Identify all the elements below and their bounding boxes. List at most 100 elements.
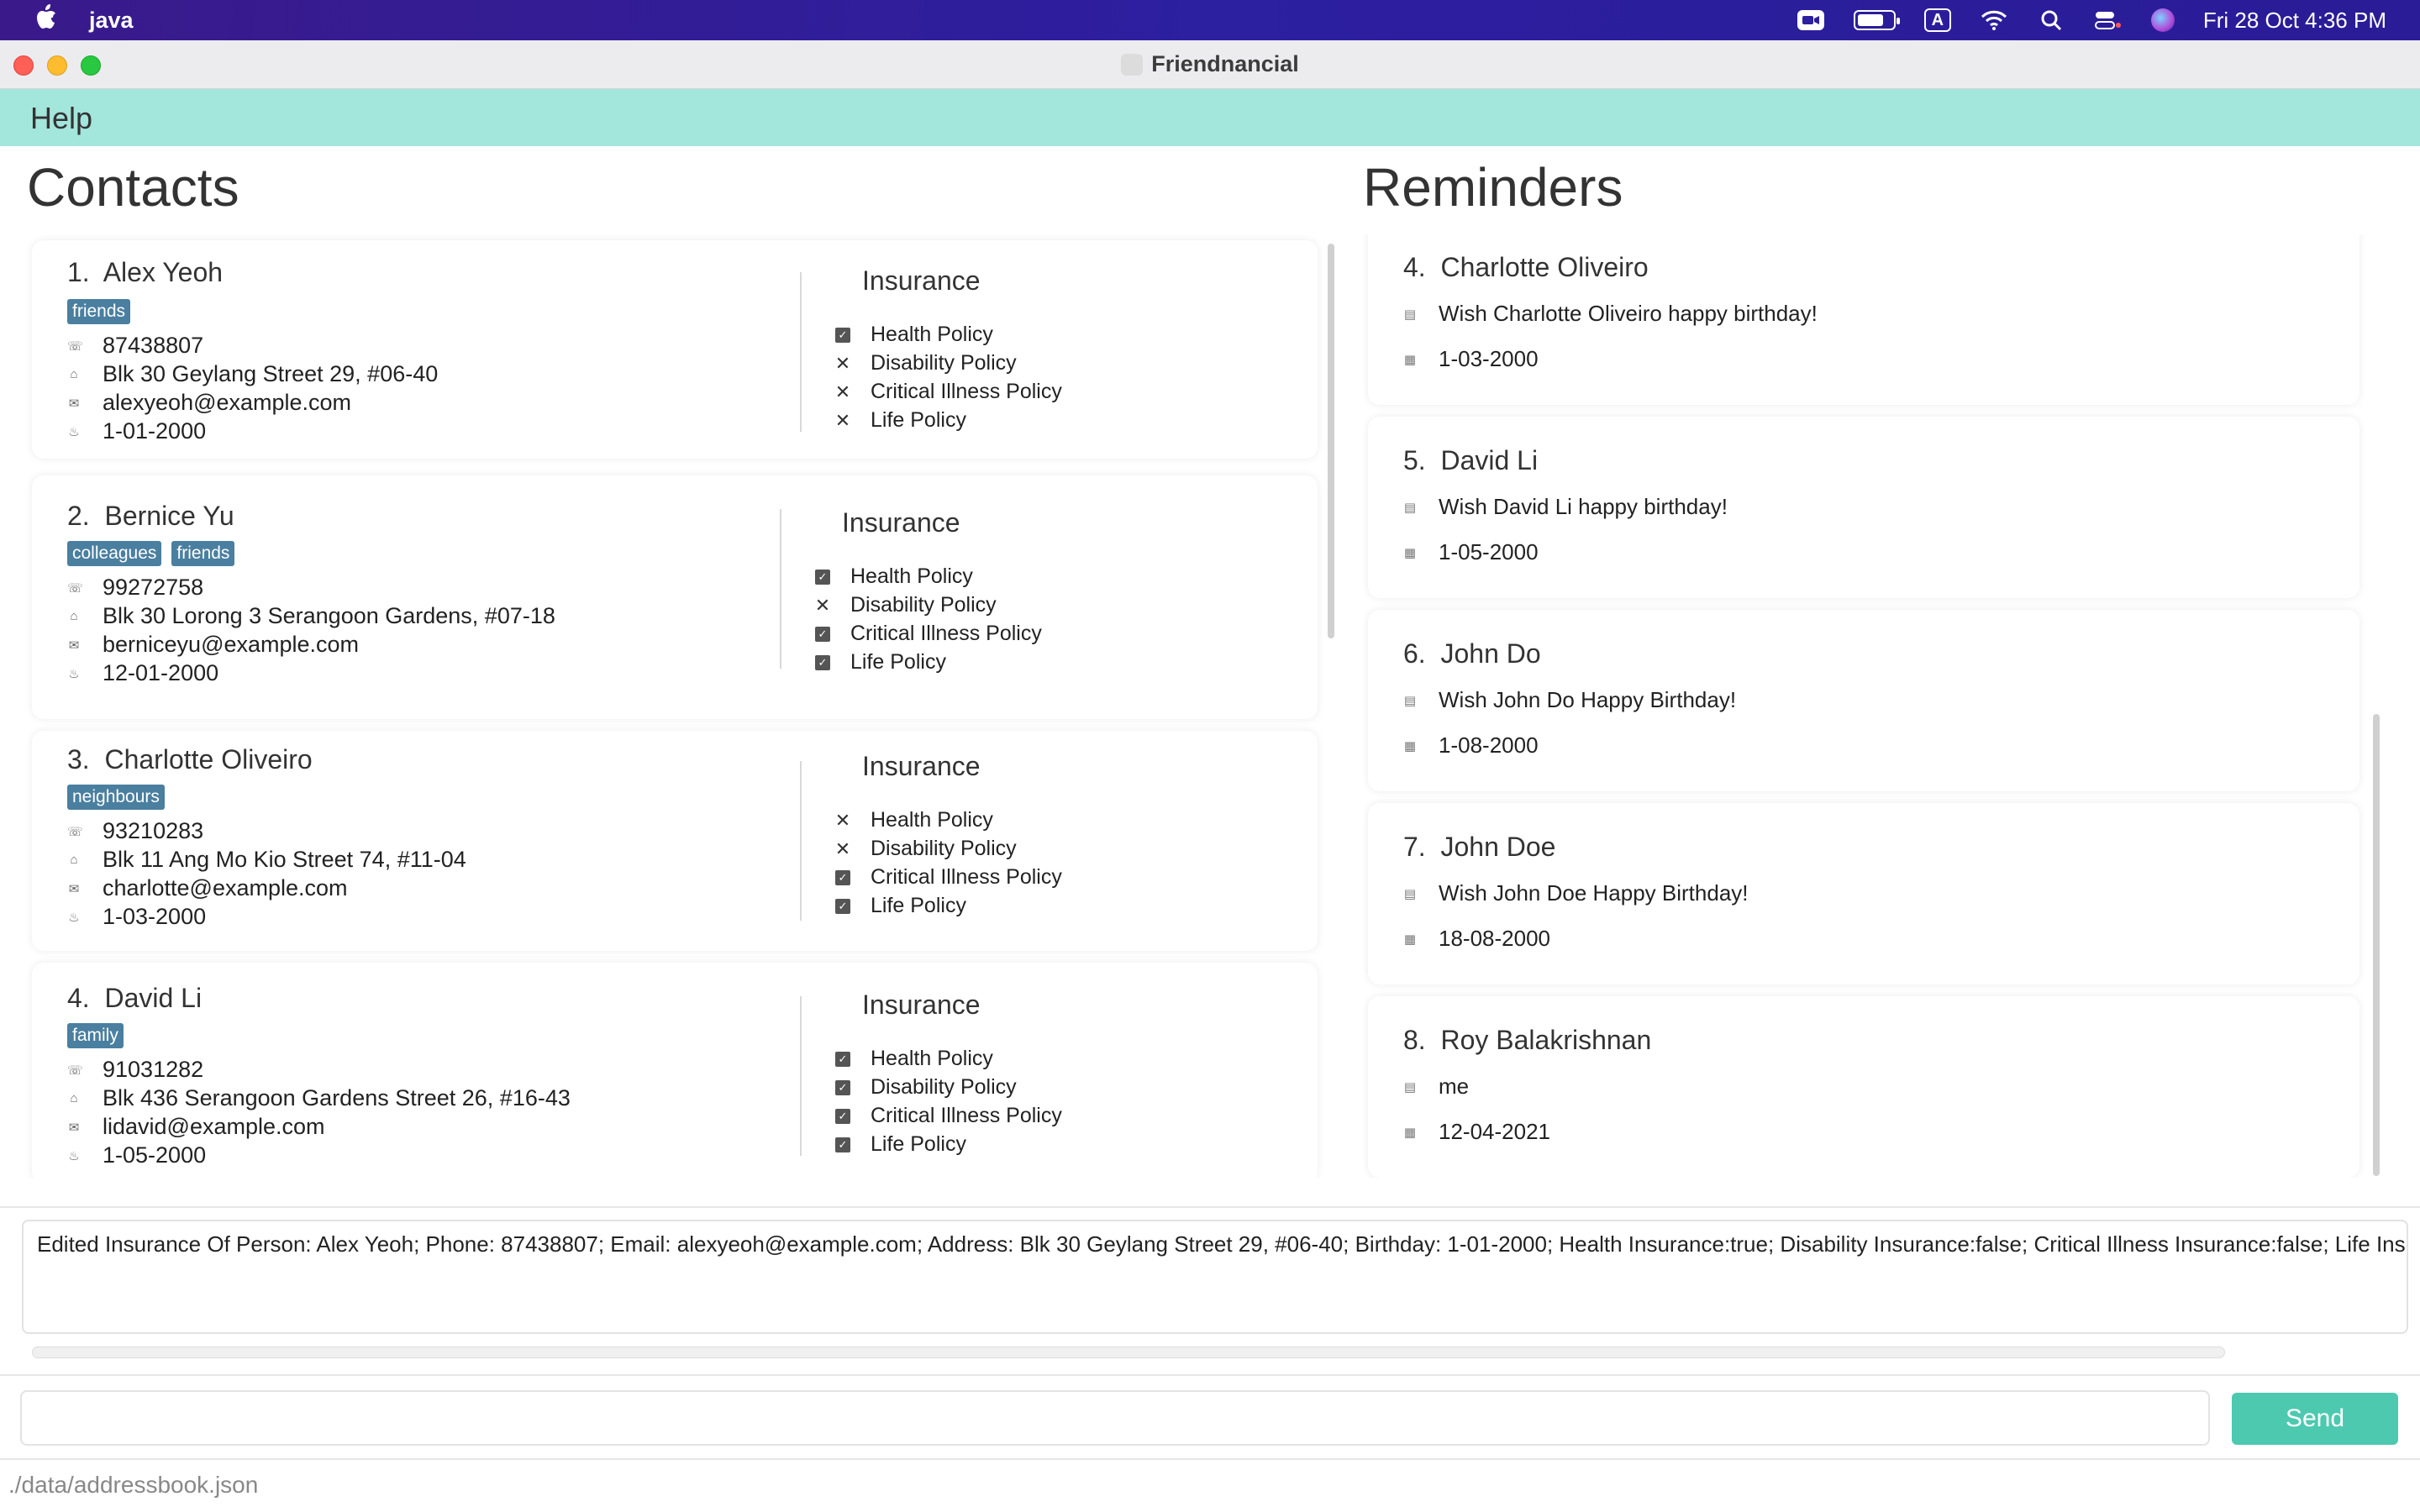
birthday-icon: ♨ (68, 666, 80, 681)
contact-address: Blk 436 Serangoon Gardens Street 26, #16… (103, 1085, 571, 1110)
contact-card[interactable]: 1. Alex Yeoh friends ☏ 87438807 ⌂ Blk 30 G… (32, 240, 1318, 459)
app-menu-name[interactable]: java (89, 8, 134, 34)
help-menu[interactable]: Help (30, 101, 92, 136)
check-icon: ✓ (815, 626, 830, 642)
check-icon: ✓ (815, 654, 830, 670)
contact-email: alexyeoh@example.com (103, 390, 352, 415)
contact-birthday: 1-01-2000 (103, 418, 207, 444)
contacts-scrollbar[interactable] (1328, 244, 1334, 638)
calendar-icon: ▦ (1403, 545, 1417, 560)
message-icon: ▤ (1403, 500, 1417, 515)
divider (0, 1206, 2420, 1208)
divider (0, 1374, 2420, 1376)
policy-label: Life Policy (850, 650, 946, 674)
window-title-bar: Friendnancial (0, 40, 2420, 89)
insurance-divider (800, 761, 802, 921)
policy-label: Life Policy (871, 408, 966, 432)
policy-label: Health Policy (871, 1047, 993, 1070)
send-button[interactable]: Send (2232, 1393, 2398, 1445)
email-icon: ✉ (68, 1120, 80, 1135)
reminder-card[interactable]: 5. David Li ▤ Wish David Li happy birthda… (1368, 417, 2360, 598)
result-horizontal-scrollbar[interactable] (32, 1347, 2225, 1358)
divider (0, 1458, 2420, 1460)
contact-card[interactable]: 3. Charlotte Oliveiro neighbours ☏ 932102… (32, 731, 1318, 951)
input-source-icon[interactable]: A (1923, 8, 1951, 32)
phone-icon: ☏ (67, 339, 83, 354)
policy-label: Critical Illness Policy (850, 622, 1042, 645)
contact-address: Blk 30 Lorong 3 Serangoon Gardens, #07-1… (103, 603, 555, 628)
control-center-icon[interactable] (2094, 8, 2123, 32)
check-icon: ✓ (815, 569, 830, 585)
reminders-scrollbar[interactable] (2373, 714, 2380, 1176)
siri-icon[interactable] (2150, 8, 2175, 32)
reminder-message: Wish John Doe Happy Birthday! (1439, 880, 1749, 906)
reminder-name: 7. John Doe (1403, 832, 1556, 862)
reminder-name: 4. Charlotte Oliveiro (1403, 252, 1649, 282)
contact-email: berniceyu@example.com (103, 632, 360, 657)
zoom-window-button[interactable] (81, 55, 101, 76)
birthday-icon: ♨ (68, 424, 80, 439)
insurance-title: Insurance (842, 507, 960, 538)
cross-icon: ✕ (814, 594, 831, 616)
phone-icon: ☏ (67, 1063, 83, 1078)
reminder-card[interactable]: 7. John Doe ▤ Wish John Doe Happy Birthda… (1368, 803, 2360, 984)
contact-tag: colleagues (67, 541, 162, 566)
reminder-card[interactable]: 4. Charlotte Oliveiro ▤ Wish Charlotte Ol… (1368, 235, 2360, 405)
insurance-title: Insurance (862, 265, 981, 296)
insurance-divider (800, 272, 802, 432)
policy-label: Life Policy (871, 1132, 966, 1156)
contact-phone: 99272758 (103, 575, 204, 600)
contacts-heading: Contacts (27, 157, 239, 218)
apple-menu-icon[interactable] (34, 4, 59, 36)
email-icon: ✉ (68, 638, 80, 653)
policy-label: Disability Policy (850, 593, 997, 617)
contact-card[interactable]: 2. Bernice Yu colleagues friends ☏ 992727… (32, 475, 1318, 719)
calendar-icon: ▦ (1403, 738, 1417, 753)
contact-phone: 87438807 (103, 333, 204, 358)
contact-email: lidavid@example.com (103, 1114, 325, 1139)
video-icon[interactable] (1797, 8, 1825, 32)
address-icon: ⌂ (70, 1091, 78, 1105)
policy-label: Disability Policy (871, 351, 1017, 375)
cross-icon: ✕ (834, 381, 851, 402)
reminder-name: 8. Roy Balakrishnan (1403, 1025, 1652, 1055)
message-icon: ▤ (1403, 886, 1417, 901)
app-menu-bar: Help (0, 89, 2420, 146)
reminder-date: 12-04-2021 (1439, 1119, 1550, 1144)
status-bar-file-path: ./data/addressbook.json (8, 1472, 259, 1498)
calendar-icon: ▦ (1403, 932, 1417, 947)
contact-tag: friends (171, 541, 235, 566)
reminder-card[interactable]: 8. Roy Balakrishnan ▤ me ▦ 12-04-2021 (1368, 996, 2360, 1178)
command-input[interactable] (20, 1390, 2210, 1446)
email-icon: ✉ (68, 396, 80, 411)
result-display: Edited Insurance Of Person: Alex Yeoh; P… (22, 1220, 2408, 1334)
reminders-list[interactable]: 4. Charlotte Oliveiro ▤ Wish Charlotte Ol… (1363, 235, 2371, 1178)
reminder-card[interactable]: 6. John Do ▤ Wish John Do Happy Birthday!… (1368, 610, 2360, 791)
contact-birthday: 12-01-2000 (103, 660, 219, 685)
wifi-icon[interactable] (1980, 8, 2008, 32)
policy-label: Critical Illness Policy (871, 380, 1062, 403)
contact-email: charlotte@example.com (103, 875, 348, 900)
contact-card[interactable]: 4. David Li family ☏ 91031282 ⌂ Blk 436 Se… (32, 963, 1318, 1178)
result-text: Edited Insurance Of Person: Alex Yeoh; P… (37, 1231, 2408, 1257)
contact-birthday: 1-03-2000 (103, 904, 207, 929)
minimize-window-button[interactable] (47, 55, 67, 76)
contact-name: 1. Alex Yeoh (67, 257, 224, 287)
email-icon: ✉ (68, 881, 80, 896)
message-icon: ▤ (1403, 307, 1417, 322)
close-window-button[interactable] (13, 55, 34, 76)
menu-bar-clock[interactable]: Fri 28 Oct 4:36 PM (2203, 8, 2386, 34)
battery-icon[interactable] (1853, 10, 1900, 30)
message-icon: ▤ (1403, 693, 1417, 708)
contact-birthday: 1-05-2000 (103, 1142, 207, 1168)
reminder-date: 1-08-2000 (1439, 732, 1539, 758)
spotlight-search-icon[interactable] (2037, 8, 2065, 32)
reminder-message: Wish John Do Happy Birthday! (1439, 687, 1737, 712)
contact-tag: friends (67, 299, 131, 324)
contact-tag: neighbours (67, 785, 165, 810)
contact-tag: family (67, 1023, 124, 1048)
insurance-divider (800, 996, 802, 1156)
policy-label: Critical Illness Policy (871, 865, 1062, 889)
policy-label: Health Policy (850, 564, 973, 588)
contacts-list[interactable]: 1. Alex Yeoh friends ☏ 87438807 ⌂ Blk 30 G… (25, 235, 1336, 1178)
